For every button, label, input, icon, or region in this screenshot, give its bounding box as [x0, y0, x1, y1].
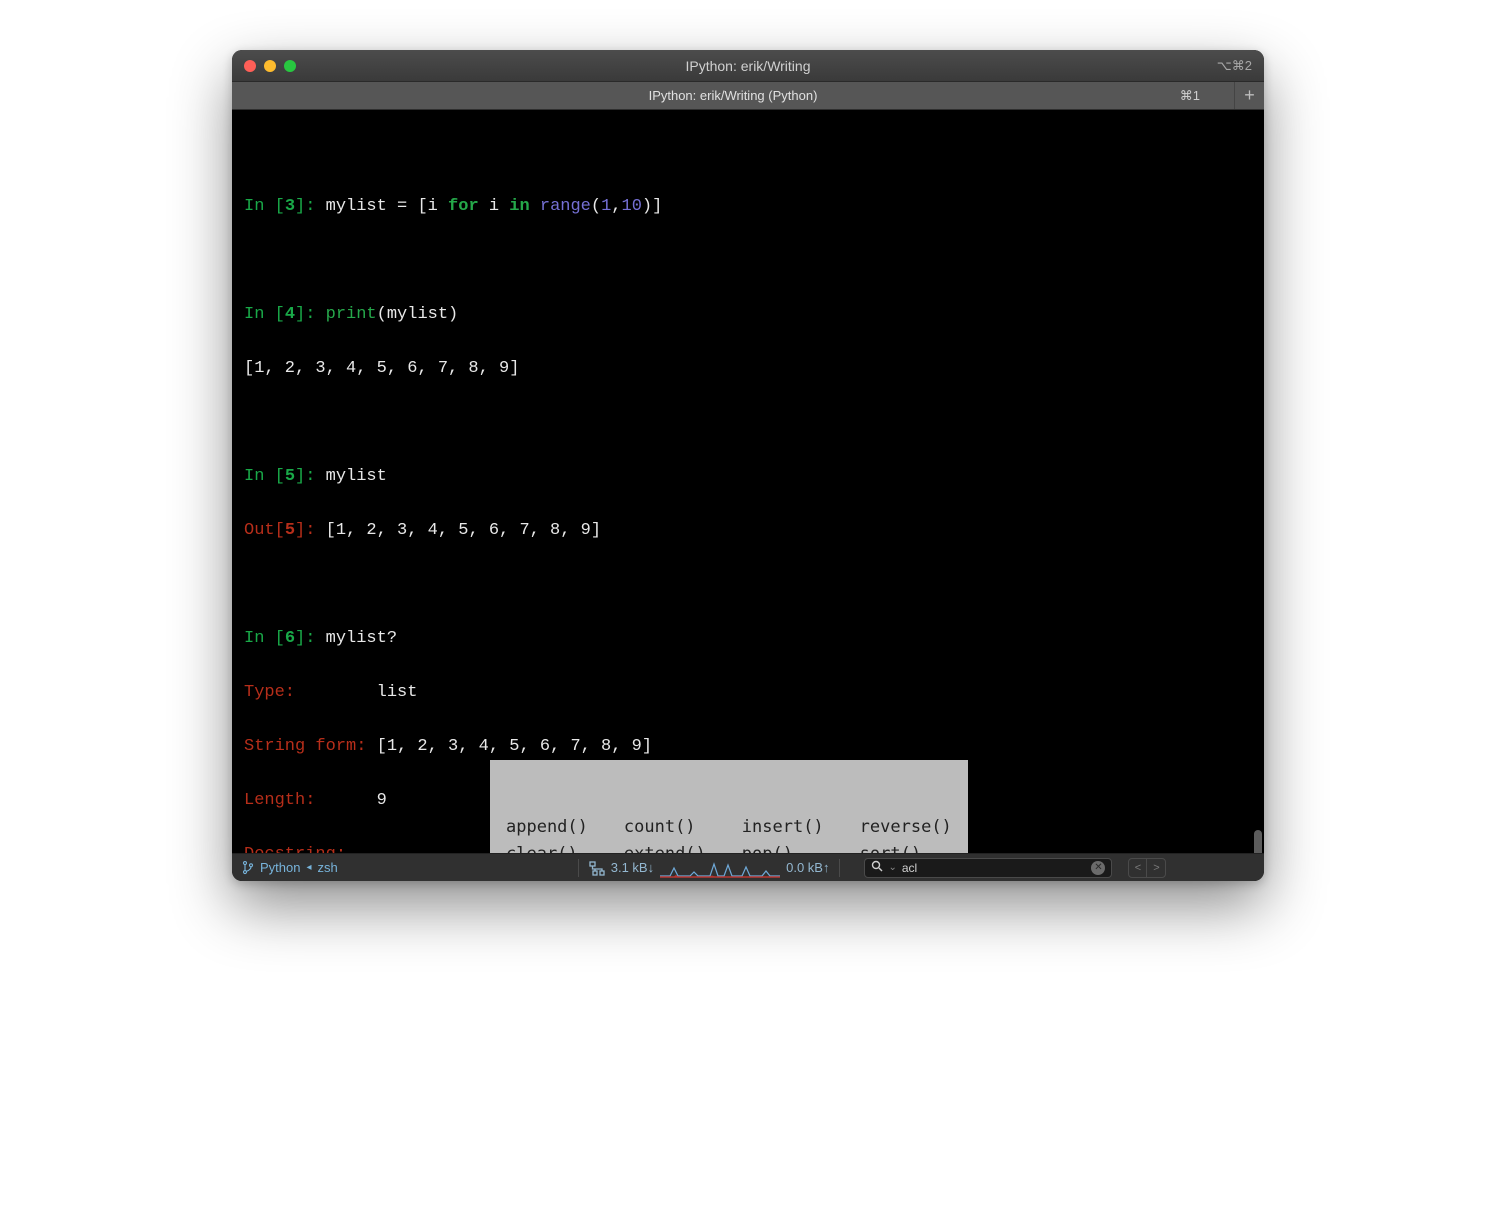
- output-line: [1, 2, 3, 4, 5, 6, 7, 8, 9]: [244, 355, 1252, 382]
- terminal-body[interactable]: In [3]: mylist = [i for i in range(1,10)…: [232, 110, 1264, 853]
- autocomplete-item[interactable]: reverse(): [854, 814, 958, 841]
- info-line: String form: [1, 2, 3, 4, 5, 6, 7, 8, 9]: [244, 733, 1252, 760]
- new-tab-button[interactable]: +: [1234, 82, 1264, 109]
- clear-search-button[interactable]: ✕: [1091, 861, 1105, 875]
- info-line: Type: list: [244, 679, 1252, 706]
- window-shortcut: ⌥⌘2: [1217, 58, 1252, 74]
- autocomplete-item[interactable]: insert(): [736, 814, 830, 841]
- tabbar: IPython: erik/Writing (Python) ⌘1 +: [232, 82, 1264, 110]
- chevron-down-icon[interactable]: ⌄: [888, 862, 896, 873]
- terminal-line: In [3]: mylist = [i for i in range(1,10)…: [244, 193, 1252, 220]
- autocomplete-popup: append() clear() copy() count() extend()…: [490, 760, 968, 853]
- terminal-line: In [6]: mylist?: [244, 625, 1252, 652]
- net-up: 0.0 kB↑: [786, 860, 829, 875]
- branch-icon: [242, 860, 254, 875]
- network-status: 3.1 kB↓ 0.0 kB↑: [578, 858, 845, 878]
- autocomplete-item[interactable]: clear(): [500, 841, 594, 853]
- titlebar: IPython: erik/Writing ⌥⌘2: [232, 50, 1264, 82]
- autocomplete-item[interactable]: count(): [618, 814, 712, 841]
- net-down: 3.1 kB↓: [611, 860, 654, 875]
- autocomplete-item[interactable]: pop(): [736, 841, 830, 853]
- tab-label: IPython: erik/Writing (Python): [649, 88, 818, 103]
- tab-ipython[interactable]: IPython: erik/Writing (Python) ⌘1: [232, 82, 1234, 109]
- sparkline: [660, 858, 780, 878]
- window-title: IPython: erik/Writing: [232, 58, 1264, 74]
- process-name: Python: [260, 860, 300, 875]
- search-input[interactable]: [902, 861, 1082, 875]
- terminal-line: Out[5]: [1, 2, 3, 4, 5, 6, 7, 8, 9]: [244, 517, 1252, 544]
- network-icon: [589, 860, 605, 876]
- terminal-line: In [4]: print(mylist): [244, 301, 1252, 328]
- search-icon: [871, 860, 883, 875]
- close-button[interactable]: [244, 60, 256, 72]
- triangle-icon: ◂: [306, 862, 311, 873]
- blank-line: [244, 247, 1252, 274]
- statusbar: Python ◂ zsh 3.1 kB↓ 0.0 kB↑ ⌄: [232, 853, 1264, 881]
- traffic-lights: [244, 60, 296, 72]
- blank-line: [244, 571, 1252, 598]
- tab-shortcut: ⌘1: [1180, 88, 1200, 104]
- blank-line: [244, 409, 1252, 436]
- status-process[interactable]: Python ◂ zsh: [242, 860, 338, 875]
- nav-next-button[interactable]: >: [1147, 859, 1165, 877]
- search-box[interactable]: ⌄ ✕: [864, 858, 1112, 878]
- autocomplete-item[interactable]: sort(): [854, 841, 958, 853]
- autocomplete-item[interactable]: append(): [500, 814, 594, 841]
- maximize-button[interactable]: [284, 60, 296, 72]
- nav-prev-button[interactable]: <: [1129, 859, 1147, 877]
- terminal-line: In [5]: mylist: [244, 463, 1252, 490]
- nav-arrows: < >: [1128, 858, 1166, 878]
- shell-name: zsh: [318, 860, 338, 875]
- autocomplete-item[interactable]: extend(): [618, 841, 712, 853]
- terminal-window: IPython: erik/Writing ⌥⌘2 IPython: erik/…: [232, 50, 1264, 881]
- scrollbar-thumb[interactable]: [1254, 830, 1262, 853]
- minimize-button[interactable]: [264, 60, 276, 72]
